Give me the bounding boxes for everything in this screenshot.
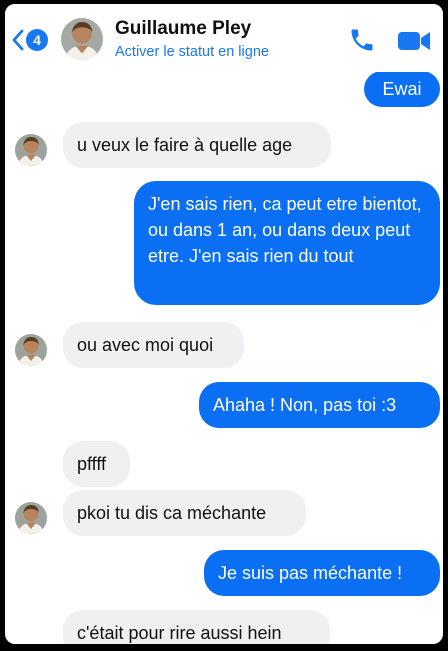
- message-bubble-outgoing[interactable]: Ewai: [364, 71, 440, 107]
- message-bubble-incoming[interactable]: pffff: [63, 441, 130, 487]
- message-bubble-outgoing[interactable]: J'en sais rien, ca peut etre bientot, ou…: [134, 181, 440, 305]
- video-camera-icon[interactable]: [397, 30, 431, 52]
- avatar-photo-icon: [15, 502, 47, 534]
- avatar-photo-icon: [15, 334, 47, 366]
- message-bubble-outgoing[interactable]: Ahaha ! Non, pas toi :3: [199, 382, 440, 428]
- online-status-link[interactable]: Activer le statut en ligne: [115, 44, 269, 60]
- contact-avatar[interactable]: [61, 18, 103, 60]
- avatar-photo-icon: [15, 134, 47, 166]
- contact-avatar[interactable]: [15, 134, 47, 166]
- message-bubble-incoming[interactable]: pkoi tu dis ca méchante: [63, 490, 306, 536]
- message-bubble-incoming[interactable]: c'était pour rire aussi hein: [63, 610, 330, 644]
- message-bubble-outgoing[interactable]: Je suis pas méchante !: [204, 550, 440, 596]
- message-bubble-incoming[interactable]: u veux le faire à quelle age: [63, 122, 331, 168]
- chevron-left-icon: [12, 29, 24, 51]
- contact-avatar[interactable]: [15, 334, 47, 366]
- message-bubble-incoming[interactable]: ou avec moi quoi: [63, 322, 244, 368]
- back-button[interactable]: 4: [11, 28, 48, 52]
- conversation-screen: Ewai u veux le faire à quelle age J'en s…: [5, 4, 443, 644]
- phone-icon[interactable]: [348, 26, 376, 54]
- unread-count-badge: 4: [26, 29, 48, 51]
- contact-name[interactable]: Guillaume Pley: [115, 18, 251, 40]
- avatar-photo-icon: [61, 18, 103, 60]
- conversation-header: 4 Guillaume Pley Activer le statut en li…: [5, 4, 443, 72]
- contact-avatar[interactable]: [15, 502, 47, 534]
